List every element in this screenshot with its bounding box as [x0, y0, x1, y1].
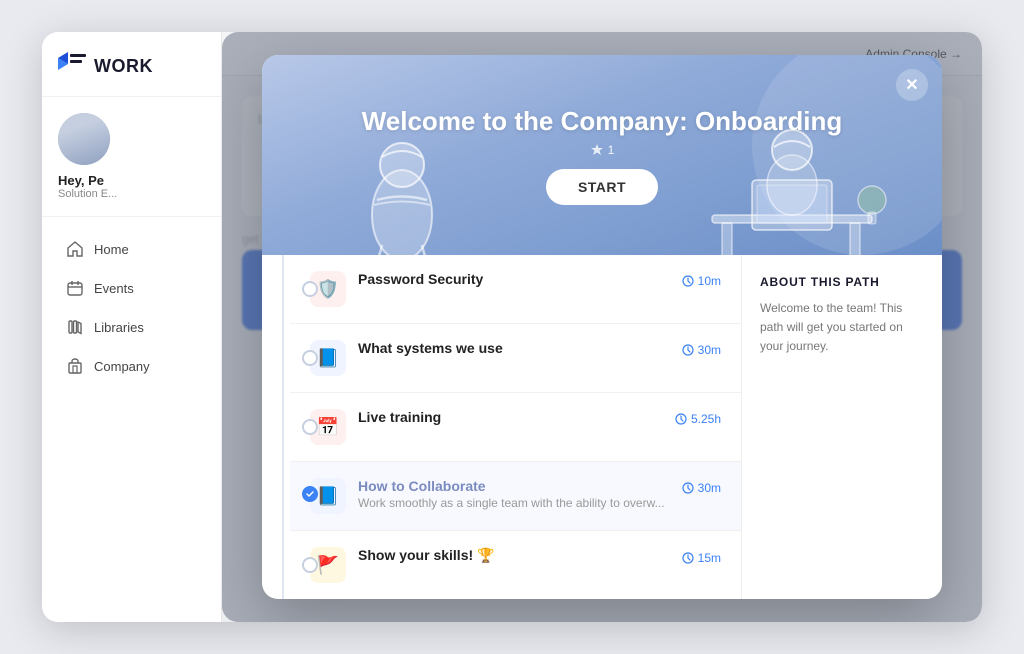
- course-info-1: Password Security 10m: [358, 271, 721, 289]
- timeline-dot-5: [302, 557, 318, 573]
- course-name-2: What systems we use: [358, 340, 503, 356]
- course-info-3: Live training 5.25h: [358, 409, 721, 427]
- timeline-dot-1: [302, 281, 318, 297]
- course-meta-5: 15m: [682, 551, 721, 565]
- modal-hero: ✕: [262, 55, 942, 255]
- course-list: 🛡️ Password Security 10m: [262, 255, 742, 599]
- timeline-dot-3: [302, 419, 318, 435]
- navigation: Home Events: [42, 217, 221, 622]
- logo-area: WORK: [42, 32, 221, 97]
- course-info-2: What systems we use 30m: [358, 340, 721, 358]
- sidebar: WORK Hey, Pe Solution E... Home: [42, 32, 222, 622]
- timeline-track: [282, 255, 284, 599]
- events-icon: [66, 279, 84, 297]
- app-background: WORK Hey, Pe Solution E... Home: [42, 32, 982, 622]
- course-name-3: Live training: [358, 409, 441, 425]
- timeline-dot-completed: [302, 486, 318, 502]
- nav-company-label: Company: [94, 359, 150, 374]
- course-meta-2: 30m: [682, 343, 721, 357]
- user-section: Hey, Pe Solution E...: [42, 97, 221, 217]
- company-icon: [66, 357, 84, 375]
- course-meta-4: 30m: [682, 481, 721, 495]
- course-meta-1: 10m: [682, 274, 721, 288]
- nav-item-company[interactable]: Company: [50, 347, 213, 385]
- course-item-collaborate[interactable]: 📘 How to Collaborate 30m: [290, 462, 741, 531]
- about-panel-title: ABOUT THIS PATH: [760, 275, 924, 289]
- modal-tag: 1: [590, 143, 615, 157]
- nav-events-label: Events: [94, 281, 134, 296]
- course-name-4: How to Collaborate: [358, 478, 486, 494]
- nav-item-libraries[interactable]: Libraries: [50, 308, 213, 346]
- modal-overlay: ✕: [222, 32, 982, 622]
- course-item-live-training[interactable]: 📅 Live training 5.25h: [290, 393, 741, 462]
- user-role: Solution E...: [58, 188, 205, 200]
- modal-title: Welcome to the Company: Onboarding: [342, 106, 863, 137]
- start-button[interactable]: START: [546, 169, 658, 205]
- user-name: Hey, Pe: [58, 173, 205, 188]
- course-item-systems[interactable]: 📘 What systems we use 30m: [290, 324, 741, 393]
- course-item-skills[interactable]: 🚩 Show your skills! 🏆 15m: [290, 531, 741, 599]
- logo-icon: [58, 52, 86, 80]
- course-info-4: How to Collaborate 30m Work smoothly as …: [358, 478, 721, 510]
- home-icon: [66, 240, 84, 258]
- course-meta-3: 5.25h: [675, 412, 721, 426]
- modal-dialog: ✕: [262, 55, 942, 599]
- user-avatar: [58, 113, 110, 165]
- course-name-1: Password Security: [358, 271, 483, 287]
- course-item-password-security[interactable]: 🛡️ Password Security 10m: [290, 255, 741, 324]
- logo-text: WORK: [94, 56, 153, 77]
- timeline-dot-2: [302, 350, 318, 366]
- about-panel-text: Welcome to the team! This path will get …: [760, 299, 924, 357]
- main-content: Admin Console → boarding get you ✕: [222, 32, 982, 622]
- nav-home-label: Home: [94, 242, 129, 257]
- nav-libraries-label: Libraries: [94, 320, 144, 335]
- modal-close-button[interactable]: ✕: [896, 69, 928, 101]
- about-panel: ABOUT THIS PATH Welcome to the team! Thi…: [742, 255, 942, 599]
- libraries-icon: [66, 318, 84, 336]
- modal-body: 🛡️ Password Security 10m: [262, 255, 942, 599]
- course-name-5: Show your skills! 🏆: [358, 547, 494, 564]
- nav-item-home[interactable]: Home: [50, 230, 213, 268]
- nav-item-events[interactable]: Events: [50, 269, 213, 307]
- course-desc-4: Work smoothly as a single team with the …: [358, 496, 721, 510]
- course-info-5: Show your skills! 🏆 15m: [358, 547, 721, 566]
